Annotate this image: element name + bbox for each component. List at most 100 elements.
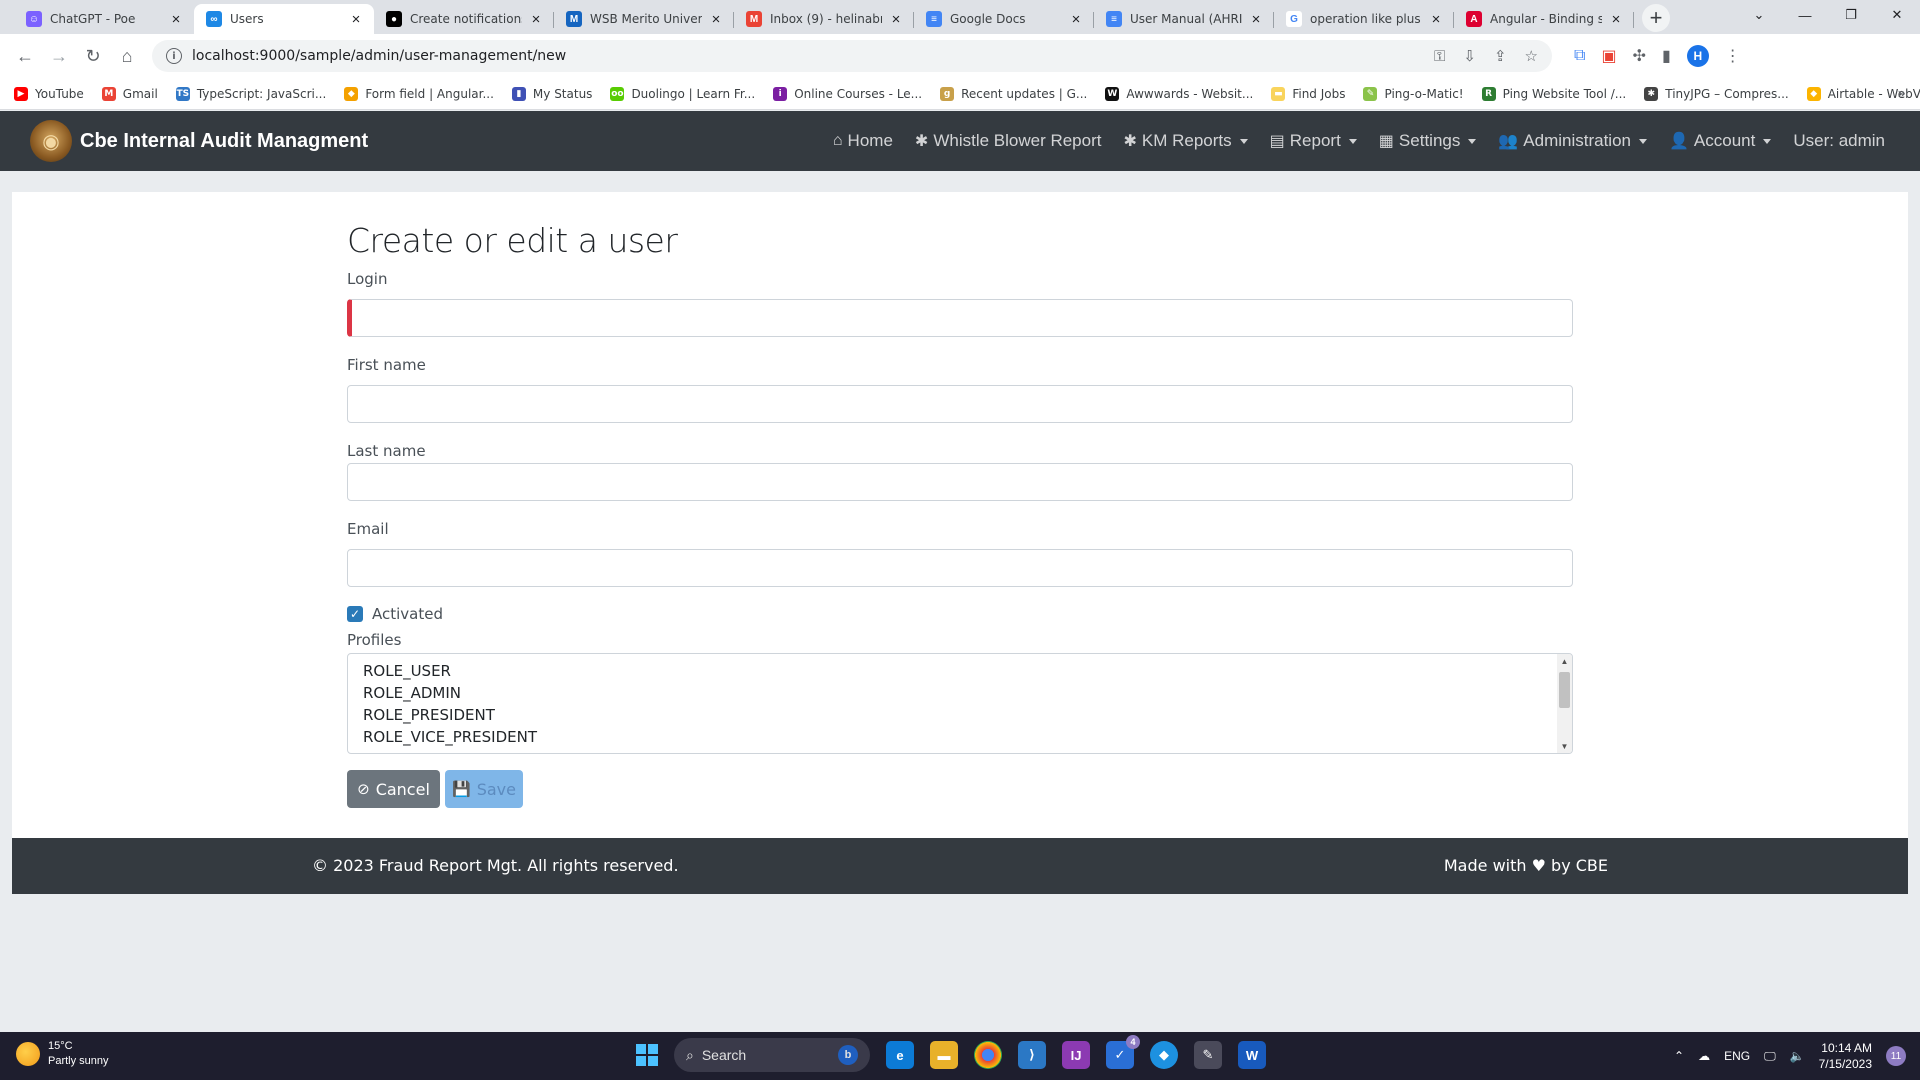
tab-close-icon[interactable]: × xyxy=(1248,11,1264,28)
screen-recorder-icon[interactable]: ▣ xyxy=(1601,46,1616,66)
bookmark-item[interactable]: g Recent updates | G... xyxy=(940,86,1087,101)
minimize-icon[interactable]: — xyxy=(1782,0,1828,30)
bookmark-item[interactable]: R Ping Website Tool /... xyxy=(1481,86,1626,101)
site-info-icon[interactable]: i xyxy=(166,48,182,64)
network-icon[interactable]: 🖵 xyxy=(1764,1049,1776,1064)
tab-close-icon[interactable]: × xyxy=(1068,11,1084,28)
install-icon[interactable]: ⇩ xyxy=(1463,47,1476,65)
bing-icon[interactable]: b xyxy=(838,1045,858,1065)
notification-center-badge[interactable]: 11 xyxy=(1886,1046,1906,1066)
nav-item-account[interactable]: 👤 Account xyxy=(1658,131,1782,151)
bookmark-star-icon[interactable]: ☆ xyxy=(1525,47,1538,65)
profile-option[interactable]: ROLE_PRESIDENT xyxy=(348,704,1572,726)
chrome-icon[interactable] xyxy=(974,1041,1002,1069)
scroll-down-icon[interactable]: ▼ xyxy=(1557,739,1572,753)
browser-tab[interactable]: ≡ User Manual (AHRI) × xyxy=(1094,4,1274,34)
address-bar[interactable]: i localhost:9000/sample/admin/user-manag… xyxy=(152,40,1552,72)
profiles-select[interactable]: ROLE_USER ROLE_ADMIN ROLE_PRESIDENT ROLE_VI… xyxy=(347,653,1573,754)
bookmark-item[interactable]: ▬ Find Jobs xyxy=(1271,86,1345,101)
side-panel-icon[interactable]: ▮ xyxy=(1662,46,1671,66)
close-window-icon[interactable]: ✕ xyxy=(1874,0,1920,30)
todo-app-icon[interactable]: ✓ 4 xyxy=(1106,1035,1140,1069)
vscode-icon[interactable]: ⟩ xyxy=(1018,1041,1046,1069)
translate-icon[interactable]: ⧉ xyxy=(1574,47,1585,65)
profile-avatar[interactable]: H xyxy=(1686,45,1709,67)
activated-label[interactable]: Activated xyxy=(372,605,443,623)
bookmark-item[interactable]: W Awwwards - Websit... xyxy=(1105,86,1253,101)
tab-search-icon[interactable]: ⌄ xyxy=(1736,0,1782,30)
onedrive-icon[interactable]: ☁ xyxy=(1698,1049,1710,1063)
profile-option[interactable]: ROLE_ADMIN xyxy=(348,682,1572,704)
taskbar-search[interactable]: ⌕ Search b xyxy=(674,1038,870,1072)
browser-tab[interactable]: ● Create notifications i × xyxy=(374,4,554,34)
login-input[interactable] xyxy=(347,299,1573,337)
reload-icon[interactable]: ↻ xyxy=(76,39,110,73)
docker-icon[interactable]: ◆ xyxy=(1150,1041,1178,1069)
back-icon[interactable]: ← xyxy=(8,39,42,73)
bookmark-item[interactable]: TS TypeScript: JavaScri... xyxy=(175,86,326,101)
share-icon[interactable]: ⇪ xyxy=(1494,47,1507,65)
intellij-icon[interactable]: IJ xyxy=(1062,1041,1090,1069)
browser-tab[interactable]: M Inbox (9) - helinabm × xyxy=(734,4,914,34)
nav-item-administration[interactable]: 👥 Administration xyxy=(1487,131,1658,151)
profile-option[interactable]: ROLE_VICE_PRESIDENT xyxy=(348,726,1572,748)
file-explorer-icon[interactable]: ▬ xyxy=(930,1041,958,1069)
scroll-up-icon[interactable]: ▲ xyxy=(1557,654,1572,668)
edge-icon[interactable]: e xyxy=(886,1041,914,1069)
tab-close-icon[interactable]: × xyxy=(708,11,724,28)
profile-option[interactable]: ROLE_USER xyxy=(348,660,1572,682)
key-icon[interactable]: ⚿ xyxy=(1434,47,1445,65)
show-hidden-icons-icon[interactable]: ⌃ xyxy=(1674,1049,1684,1063)
brand[interactable]: ◉ Cbe Internal Audit Managment xyxy=(30,120,368,162)
volume-icon[interactable]: 🔈 xyxy=(1790,1049,1805,1063)
tab-close-icon[interactable]: × xyxy=(168,11,184,28)
bookmark-item[interactable]: i Online Courses - Le... xyxy=(773,86,922,101)
browser-tab[interactable]: ∞ Users × xyxy=(194,4,374,34)
nav-item-home[interactable]: ⌂ Home xyxy=(822,131,904,151)
nav-item-settings[interactable]: ▦ Settings xyxy=(1368,131,1488,151)
bookmark-item[interactable]: M Gmail xyxy=(101,86,158,101)
nav-item-report[interactable]: ▤ Report xyxy=(1259,131,1368,151)
extensions-puzzle-icon[interactable]: ✣ xyxy=(1633,46,1646,66)
forward-icon[interactable]: → xyxy=(42,39,76,73)
browser-tab[interactable]: ☺ ChatGPT - Poe × xyxy=(14,4,194,34)
browser-menu-icon[interactable]: ⋮ xyxy=(1725,46,1741,66)
nav-item-whistle-blower-report[interactable]: ✱ Whistle Blower Report xyxy=(904,131,1113,151)
tab-close-icon[interactable]: × xyxy=(1608,11,1624,28)
browser-tab[interactable]: A Angular - Binding sy × xyxy=(1454,4,1634,34)
language-indicator[interactable]: ENG xyxy=(1724,1049,1750,1063)
feather-app-icon[interactable]: ✎ xyxy=(1194,1041,1222,1069)
last-name-input[interactable] xyxy=(347,463,1573,501)
bookmark-item[interactable]: ◆ Form field | Angular... xyxy=(344,86,494,101)
cancel-button[interactable]: ⊘ Cancel xyxy=(347,770,440,808)
nav-item-km-reports[interactable]: ✱ KM Reports xyxy=(1112,131,1258,151)
tab-close-icon[interactable]: × xyxy=(528,11,544,28)
first-name-input[interactable] xyxy=(347,385,1573,423)
email-input[interactable] xyxy=(347,549,1573,587)
tab-close-icon[interactable]: × xyxy=(888,11,904,28)
browser-tab[interactable]: Goperation like plus u × xyxy=(1274,4,1454,34)
windows-start-icon[interactable] xyxy=(636,1044,658,1066)
bookmark-item[interactable]: ▮ My Status xyxy=(511,86,592,101)
bookmark-item[interactable]: ✎ Ping-o-Matic! xyxy=(1363,86,1464,101)
new-tab-button[interactable]: + xyxy=(1642,4,1670,32)
restore-icon[interactable]: ❐ xyxy=(1828,0,1874,30)
more-bookmarks-icon[interactable]: » xyxy=(1897,86,1906,102)
browser-tab[interactable]: ≡ Google Docs × xyxy=(914,4,1094,34)
home-page-icon[interactable]: ⌂ xyxy=(110,39,144,73)
bookmark-item[interactable]: ✱ TinyJPG – Compres... xyxy=(1644,86,1789,101)
scroll-thumb[interactable] xyxy=(1559,672,1570,708)
copyright-text: © 2023 Fraud Report Mgt. All rights rese… xyxy=(312,856,679,875)
activated-checkbox[interactable]: ✓ xyxy=(347,606,363,622)
tab-close-icon[interactable]: × xyxy=(348,11,364,28)
profiles-scrollbar[interactable]: ▲ ▼ xyxy=(1557,654,1572,753)
save-button[interactable]: 💾 Save xyxy=(445,770,523,808)
bookmark-favicon-icon: ✱ xyxy=(1644,86,1659,101)
weather-widget[interactable]: 15°C Partly sunny xyxy=(16,1039,109,1069)
bookmark-item[interactable]: ▶ YouTube xyxy=(14,86,84,101)
word-icon[interactable]: W xyxy=(1238,1041,1266,1069)
bookmark-item[interactable]: oo Duolingo | Learn Fr... xyxy=(610,86,755,101)
tab-close-icon[interactable]: × xyxy=(1428,11,1444,28)
clock[interactable]: 10:14 AM 7/15/2023 xyxy=(1819,1040,1872,1072)
browser-tab[interactable]: M WSB Merito Universi × xyxy=(554,4,734,34)
